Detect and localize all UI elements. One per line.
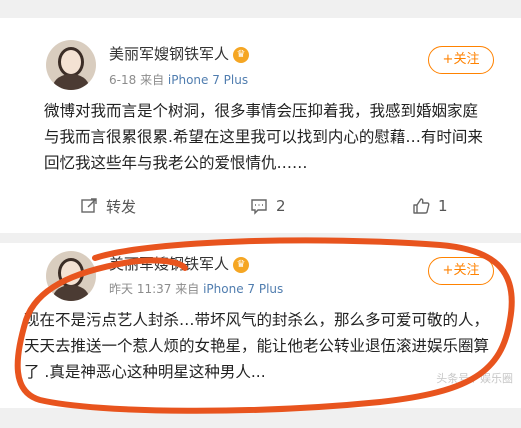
avatar[interactable] [46,40,96,90]
vip-crown-icon: ♛ [233,256,250,273]
avatar[interactable] [46,251,96,301]
repost-label: 转发 [106,197,137,216]
vip-crown-icon: ♛ [233,46,250,63]
post-meta: 6-18 来自 iPhone 7 Plus [109,71,248,88]
like-button[interactable]: 1 [412,188,448,224]
repost-icon [81,198,97,213]
post-source[interactable]: iPhone 7 Plus [168,73,248,87]
post-card: 美丽军嫂钢铁军人 ♛ 6-18 来自 iPhone 7 Plus +关注 微博对我… [0,18,521,233]
thumbs-up-icon [413,198,430,214]
comment-button[interactable]: 2 [250,188,286,224]
post-time: 昨天 11:37 [109,282,172,296]
page-background [0,408,521,428]
source-prefix: 来自 [175,282,200,296]
watermark: 头条号 / 娱乐圈 [436,372,513,385]
like-count: 1 [438,197,448,215]
repost-button[interactable]: 转发 [80,188,136,224]
post-card: 美丽军嫂钢铁军人 ♛ 昨天 11:37 来自 iPhone 7 Plus +关注 … [0,233,521,408]
follow-button[interactable]: +关注 [428,46,494,74]
action-bar: 转发 2 1 [0,188,521,224]
user-name[interactable]: 美丽军嫂钢铁军人 ♛ [109,253,250,274]
comment-icon [251,199,267,215]
post-source[interactable]: iPhone 7 Plus [203,282,283,296]
user-name-text[interactable]: 美丽军嫂钢铁军人 [109,255,229,273]
user-name[interactable]: 美丽军嫂钢铁军人 ♛ [109,43,250,64]
post-text: 微博对我而言是个树洞，很多事情会压抑着我，我感到婚姻家庭与我而言很累很累.希望在… [44,102,483,172]
user-name-text[interactable]: 美丽军嫂钢铁军人 [109,45,229,63]
post-text: 现在不是污点艺人封杀…带坏风气的封杀么，那么多可爱可敬的人，天天去推送一个惹人烦… [24,311,490,381]
follow-button[interactable]: +关注 [428,257,494,285]
comment-count: 2 [276,197,286,215]
post-time: 6-18 [109,73,137,87]
post-meta: 昨天 11:37 来自 iPhone 7 Plus [109,280,283,297]
source-prefix: 来自 [140,73,165,87]
